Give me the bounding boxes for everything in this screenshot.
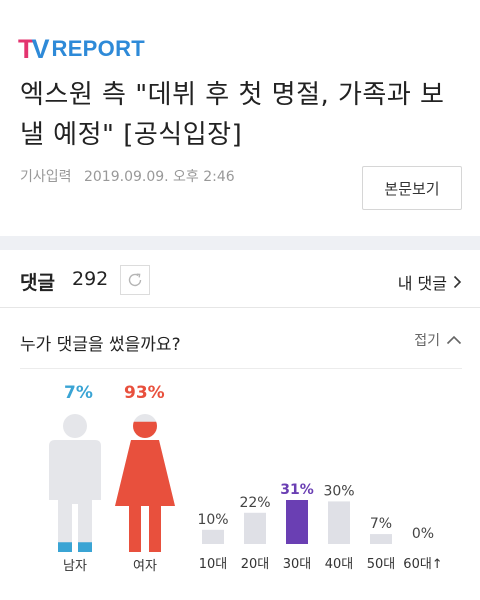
age-value-label-3: 30% — [323, 483, 354, 499]
age-category-label-4: 50대 — [367, 557, 396, 572]
female-percent: 93% — [124, 383, 165, 403]
male-label: 남자 — [63, 559, 87, 574]
female-figure-icon — [115, 414, 175, 552]
age-bar-chart: 10% 10대 22% 20대 31% 30대 30% 40대 7% 50대 0% 60대↑ — [197, 482, 442, 572]
age-category-label-2: 30대 — [283, 557, 312, 572]
fold-toggle[interactable]: 접기 — [414, 330, 462, 350]
age-category-label-0: 10대 — [199, 557, 228, 572]
my-comments-label: 내 댓글 — [397, 274, 447, 293]
age-category-label-5: 60대↑ — [403, 557, 442, 572]
female-label: 여자 — [133, 559, 157, 574]
age-category-label-3: 40대 — [325, 557, 354, 572]
input-datetime: 2019.09.09. 오후 2:46 — [83, 169, 235, 185]
chevron-up-icon — [446, 335, 462, 345]
male-figure-icon — [49, 414, 101, 552]
view-original-button[interactable]: 본문보기 — [362, 166, 462, 210]
comment-count: 292 — [72, 268, 109, 290]
age-value-label-5: 0% — [412, 526, 434, 542]
age-bar-1 — [244, 512, 266, 544]
article-title: 엑스원 측 "데뷔 후 첫 명절, 가족과 보낼 예정" [공식입장] — [20, 80, 445, 150]
my-comments-link[interactable]: 내 댓글 — [398, 270, 462, 294]
age-value-label-0: 10% — [197, 512, 228, 528]
age-category-label-1: 20대 — [241, 557, 270, 572]
age-bar-3 — [328, 501, 350, 544]
article-dateline: 기사입력 2019.09.09. 오후 2:46 — [20, 166, 235, 186]
age-bar-2 — [286, 500, 308, 544]
fold-label: 접기 — [414, 333, 440, 349]
age-bar-0 — [202, 529, 224, 544]
input-label: 기사입력 — [20, 169, 72, 185]
refresh-icon — [128, 273, 142, 287]
comment-title: 댓글 — [20, 272, 55, 294]
age-bar-4 — [370, 534, 392, 544]
logo-v: V — [31, 33, 50, 64]
chevron-right-icon — [453, 275, 462, 289]
comment-header: 댓글 292 내 댓글 — [0, 252, 480, 308]
tv-report-logo[interactable]: T V REPORT — [18, 33, 145, 64]
age-value-label-4: 7% — [370, 516, 392, 532]
male-percent: 7% — [64, 383, 93, 403]
refresh-button[interactable] — [120, 265, 150, 295]
age-value-label-1: 22% — [239, 495, 270, 511]
stats-question: 누가 댓글을 썼을까요? — [20, 335, 181, 355]
section-divider — [0, 236, 480, 250]
age-value-label-2: 31% — [280, 482, 314, 498]
stats-divider — [20, 368, 462, 369]
logo-report: REPORT — [51, 36, 145, 61]
